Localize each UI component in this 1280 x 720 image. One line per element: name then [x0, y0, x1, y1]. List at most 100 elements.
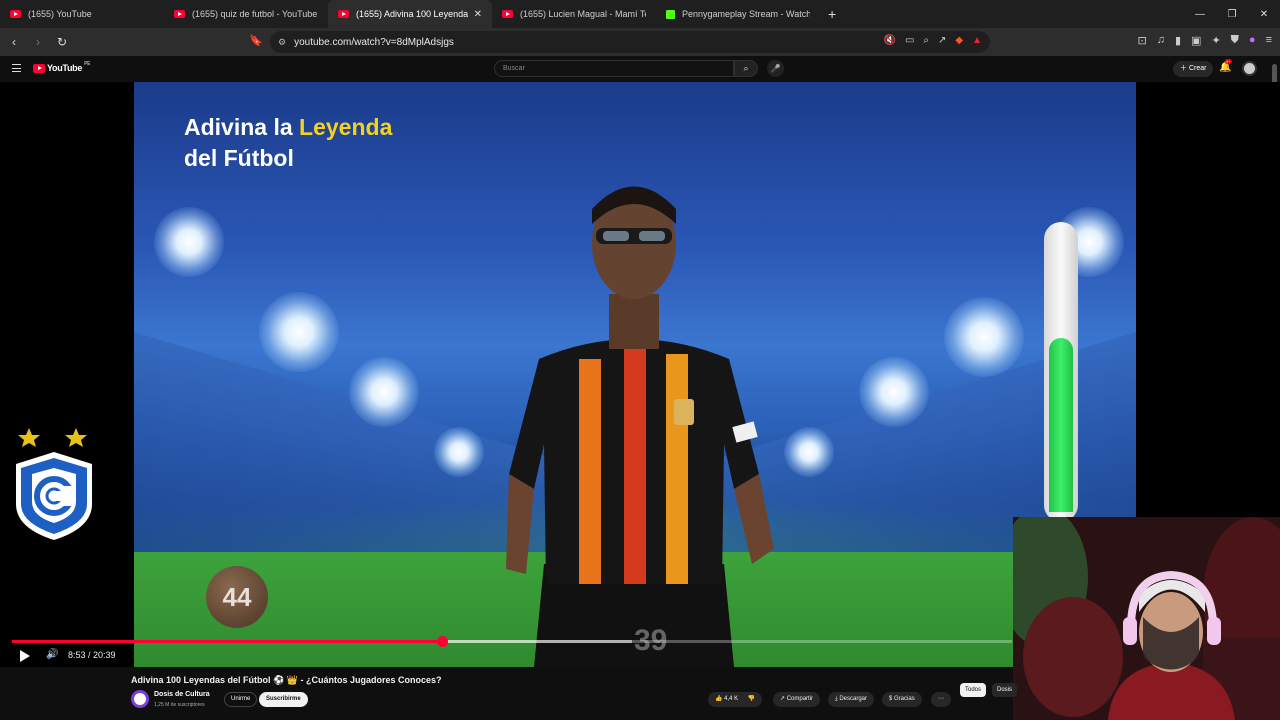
youtube-icon: [10, 10, 21, 18]
url-actions: 🔇 ▭ ⌕ ↗ ◆ ▲: [883, 35, 982, 46]
forward-icon[interactable]: ›: [28, 35, 48, 49]
stadium-light: [259, 292, 339, 372]
screenshot-icon[interactable]: ⊡: [1138, 34, 1147, 47]
stadium-light: [784, 427, 834, 477]
zoom-icon[interactable]: ⌕: [923, 35, 929, 46]
like-count: 4,4 K: [724, 696, 739, 702]
time-display: 8:53 / 20:39: [68, 650, 116, 660]
volume-icon[interactable]: 🔊: [46, 649, 58, 660]
kick-icon: [666, 9, 675, 19]
progress-scrubber[interactable]: [437, 636, 448, 647]
quiz-title: Adivina la Leyenda del Fútbol: [184, 112, 392, 174]
youtube-logo[interactable]: YouTube PE: [33, 61, 91, 73]
browser-tab-label: (1655) quiz de futbol - YouTube: [192, 9, 318, 19]
close-window-icon[interactable]: ✕: [1248, 9, 1280, 20]
address-bar-row: ‹ › ↻ 🔖 ⚙ youtube.com/watch?v=8dMplAdsjg…: [0, 28, 1280, 56]
channel-subscribers: 1,25 M de suscriptores: [154, 702, 205, 708]
url-text: youtube.com/watch?v=8dMplAdsjgs: [294, 36, 454, 48]
browser-tab-label: (1655) Adivina 100 Leyendas del: [356, 9, 468, 19]
url-field[interactable]: ⚙ youtube.com/watch?v=8dMplAdsjgs 🔇 ▭ ⌕ …: [270, 31, 990, 53]
thanks-button[interactable]: $ Gracias: [882, 692, 922, 707]
browser-tab-label: (1655) YouTube: [28, 9, 92, 19]
stadium-light: [434, 427, 484, 477]
channel-avatar[interactable]: [131, 690, 149, 708]
wallet-icon[interactable]: ▣: [1191, 34, 1201, 47]
notifications-icon[interactable]: 🔔 9+: [1219, 59, 1232, 73]
guide-menu-icon[interactable]: [12, 64, 21, 72]
back-icon[interactable]: ‹: [4, 35, 24, 49]
like-button[interactable]: 👍 4,4 K 👎: [708, 692, 763, 707]
stadium-light: [349, 357, 419, 427]
chip-all[interactable]: Todos: [960, 683, 987, 697]
window-controls: — ❐ ✕: [1184, 0, 1280, 28]
streamer-webcam: [1013, 517, 1280, 720]
search-input[interactable]: Buscar: [494, 60, 734, 77]
youtube-icon: [174, 10, 185, 18]
join-button[interactable]: Unirme: [224, 692, 258, 707]
music-icon[interactable]: ♫: [1157, 34, 1165, 47]
stream-right-panel: [1136, 82, 1280, 517]
progress-played: [12, 640, 442, 643]
search-icon[interactable]: ⌕: [734, 60, 758, 77]
brave-shield-icon[interactable]: ◆: [955, 35, 963, 46]
close-tab-icon[interactable]: ✕: [474, 9, 482, 20]
screen: (1655) YouTube (1655) quiz de futbol - Yo…: [0, 0, 1280, 720]
channel-name[interactable]: Dosis de Cultura: [154, 691, 210, 698]
microphone-icon[interactable]: 🎤: [767, 60, 784, 77]
youtube-header: YouTube PE Buscar ⌕ 🎤 ＋ Crear 🔔 9+: [0, 56, 1280, 82]
timer-bar-fill: [1049, 338, 1073, 512]
share-icon[interactable]: ↗: [938, 35, 946, 46]
youtube-logo-text: YouTube: [47, 63, 83, 73]
question-number-badge: 44: [206, 566, 268, 628]
minimize-icon[interactable]: —: [1184, 9, 1216, 20]
footballer-figure: [506, 186, 774, 667]
download-button[interactable]: ⤓ Descargar: [828, 692, 875, 707]
subscribe-button[interactable]: Suscribirme: [259, 692, 308, 707]
browser-tab[interactable]: Pennygameplay Stream - Watch l: [656, 0, 820, 28]
extension-toolbar: ⊡ ♫ ▮ ▣ ✦ ⛊ ● ≡: [1138, 34, 1272, 47]
youtube-country-code: PE: [84, 61, 91, 67]
browser-tab[interactable]: (1655) YouTube: [0, 0, 164, 28]
browser-tab[interactable]: (1655) quiz de futbol - YouTube: [164, 0, 328, 28]
sidebar-icon[interactable]: ▮: [1175, 34, 1181, 47]
leo-ai-icon[interactable]: ✦: [1211, 34, 1220, 47]
club-crest-logo: [16, 428, 92, 540]
site-info-icon[interactable]: ⚙: [278, 37, 286, 48]
quiz-title-highlight: Leyenda: [299, 114, 393, 140]
menu-icon[interactable]: ≡: [1266, 34, 1272, 47]
browser-tab[interactable]: (1655) Lucien Magual - Mamí Te Extr: [492, 0, 656, 28]
stadium-light: [154, 207, 224, 277]
more-actions-icon[interactable]: ⋯: [931, 692, 951, 707]
quiz-title-line2: del Fútbol: [184, 145, 294, 171]
youtube-logo-icon: [33, 63, 45, 73]
browser-tab-label: Pennygameplay Stream - Watch l: [682, 9, 810, 19]
share-button[interactable]: ↗ Compartir: [773, 692, 821, 707]
restore-icon[interactable]: ❐: [1216, 9, 1248, 20]
youtube-icon: [338, 10, 349, 18]
vpn-icon[interactable]: ⛊: [1231, 34, 1239, 47]
chip-channel[interactable]: Dosis: [992, 683, 1018, 697]
browser-tab-label: (1655) Lucien Magual - Mamí Te Extr: [520, 9, 646, 19]
dislike-icon[interactable]: 👎: [748, 696, 755, 702]
share-label: Compartir: [786, 696, 814, 702]
stream-left-panel: [0, 82, 134, 667]
stadium-light: [859, 357, 929, 427]
download-label: Descargar: [839, 696, 868, 702]
cast-icon[interactable]: ▭: [905, 35, 914, 46]
brave-rewards-icon[interactable]: ▲: [972, 35, 982, 46]
mute-site-icon[interactable]: 🔇: [883, 35, 895, 46]
video-player[interactable]: Adivina la Leyenda del Fútbol 44 39: [134, 82, 1136, 667]
notification-badge: 9+: [1225, 59, 1232, 64]
thanks-label: Gracias: [894, 696, 915, 702]
browser-tab-strip: (1655) YouTube (1655) quiz de futbol - Yo…: [0, 0, 1280, 28]
video-title: Adivina 100 Leyendas del Fútbol ⚽ 👑 - ¿C…: [131, 675, 442, 685]
bookmark-icon[interactable]: 🔖: [249, 34, 263, 47]
profile-icon[interactable]: ●: [1249, 34, 1256, 47]
play-icon[interactable]: [20, 650, 30, 662]
account-avatar[interactable]: [1242, 61, 1257, 76]
new-tab-icon[interactable]: +: [828, 6, 836, 22]
reload-icon[interactable]: ↻: [52, 35, 72, 49]
quiz-title-line1: Adivina la: [184, 114, 300, 140]
create-button[interactable]: ＋ Crear: [1173, 61, 1214, 77]
browser-tab[interactable]: (1655) Adivina 100 Leyendas del ✕: [328, 0, 492, 28]
